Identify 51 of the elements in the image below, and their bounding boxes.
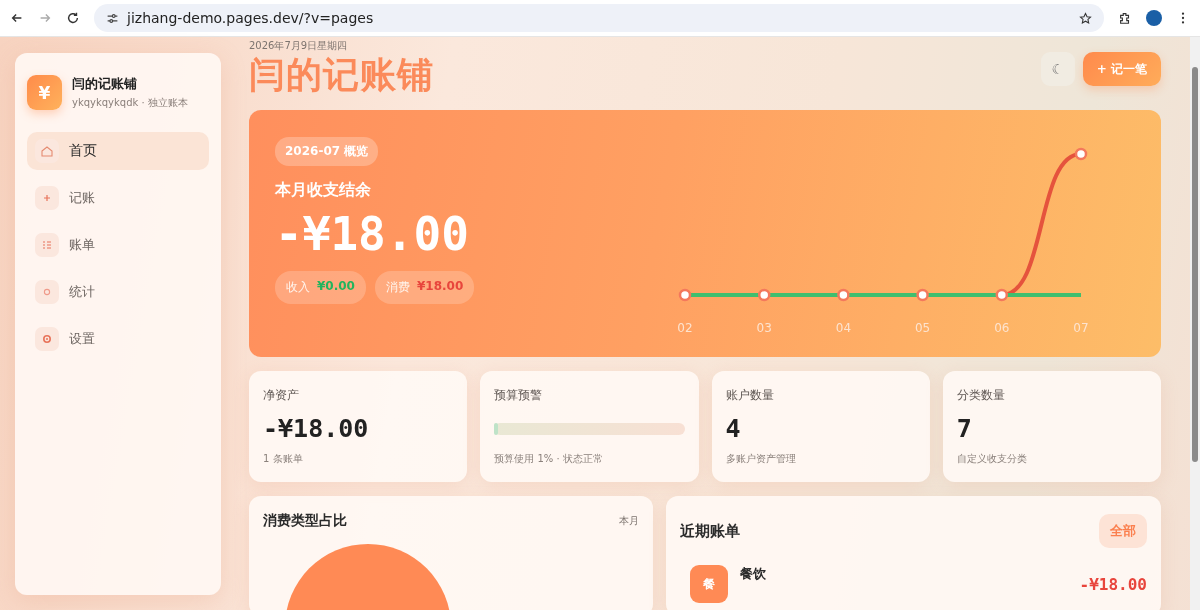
url-text: jizhang-demo.pages.dev/?v=pages (127, 10, 375, 26)
back-icon[interactable] (10, 11, 24, 25)
category-icon: 餐 (690, 565, 728, 603)
month-label: 06 (993, 321, 1011, 335)
panel-title: 消费类型占比 (263, 512, 347, 530)
month-label: 05 (913, 321, 932, 335)
month-label: 02 (676, 321, 694, 335)
stat-note: 1 条账单 (263, 452, 304, 466)
panel-title: 近期账单 (680, 521, 740, 541)
bookmark-star-icon[interactable] (1079, 11, 1092, 25)
month-label: 07 (1072, 321, 1090, 335)
pill-value: ¥18.00 (416, 279, 464, 295)
stat-note: 自定义收支分类 (956, 452, 1028, 466)
extensions-icon[interactable] (1118, 11, 1132, 25)
pill-label: 消费 (385, 279, 410, 296)
nav-item[interactable]: 统计 (27, 273, 209, 311)
pill-label: 收入 (286, 279, 310, 296)
profile-avatar[interactable] (1146, 10, 1162, 26)
nav-item[interactable]: 记账 (27, 179, 209, 217)
category-name: 餐饮 (740, 565, 766, 583)
stat-title: 净资产 (263, 387, 300, 404)
month-label: 03 (755, 321, 773, 335)
balance-amount: -¥18.00 (275, 206, 469, 263)
stat-note: 多账户资产管理 (725, 452, 797, 466)
stat-value: -¥18.00 (263, 414, 370, 443)
site-settings-icon[interactable] (106, 11, 119, 25)
stat-note: 预算使用 1% · 状态正常 (494, 452, 604, 466)
address-bar[interactable]: jizhang-demo.pages.dev/?v=pages (94, 4, 1104, 32)
stat-value: 7 (956, 414, 973, 443)
period-label: 本月 (619, 514, 639, 528)
theme-toggle-button[interactable]: ☾ (1040, 52, 1075, 86)
nav-item[interactable]: 设置 (27, 320, 209, 358)
stat-title: 分类数量 (956, 387, 1006, 404)
stat-title: 账户数量 (725, 387, 775, 404)
bill-amount: -¥18.00 (1079, 574, 1147, 594)
scroll-thumb[interactable] (1192, 67, 1198, 462)
logo-icon: ¥ (27, 75, 62, 110)
date-text: 2026年7月9日星期四 (249, 39, 349, 53)
page-title: 闫的记账铺 (249, 53, 434, 97)
scrollbar[interactable] (1190, 37, 1200, 610)
stat-value: 4 (725, 414, 742, 443)
pill-value: ¥0.00 (317, 279, 355, 295)
nav-item[interactable]: 首页 (27, 132, 209, 170)
balance-label: 本月收支结余 (275, 180, 371, 201)
stat-title: 预算预警 (494, 387, 544, 404)
month-label: 04 (834, 321, 853, 335)
reload-icon[interactable] (66, 11, 80, 25)
nav-item[interactable]: 账单 (27, 226, 209, 264)
app-subtitle: ykqykqykqdk · 独立账本 (72, 96, 188, 110)
month-badge: 2026-07 概览 (275, 137, 379, 166)
app-title: 闫的记账铺 (72, 75, 138, 93)
